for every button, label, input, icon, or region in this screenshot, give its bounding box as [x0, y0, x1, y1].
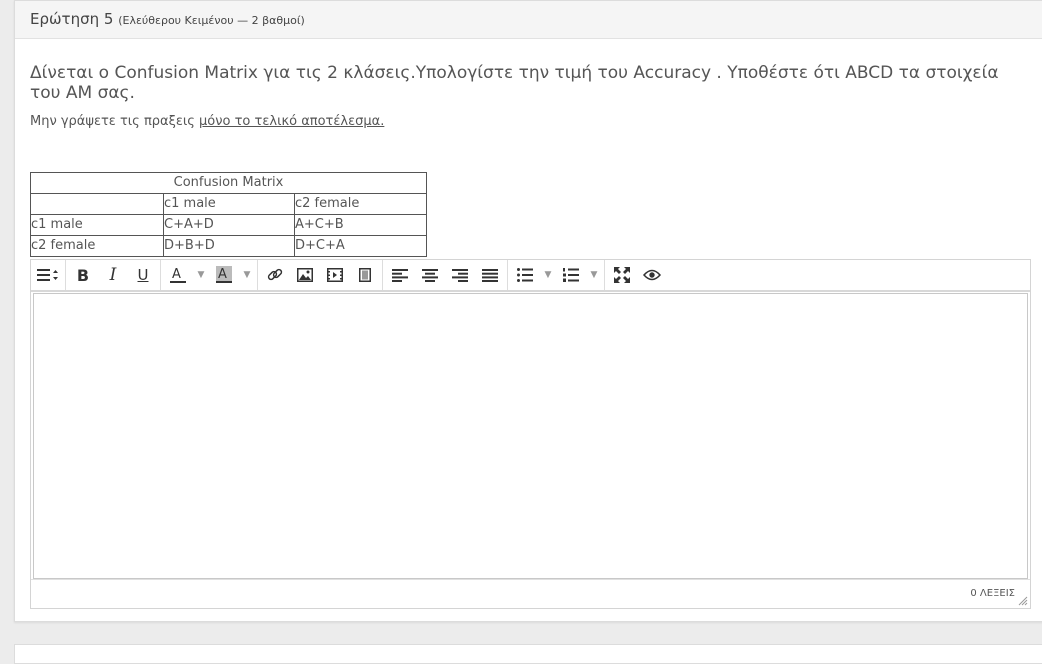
table-row: c1 male C+A+D A+C+B	[30, 214, 427, 236]
numbered-list-icon[interactable]	[556, 261, 586, 289]
question-title: Ερώτηση 5 (Ελεύθερου Κειμένου — 2 βαθμοί…	[30, 10, 305, 28]
align-right-icon[interactable]	[445, 261, 475, 289]
table-row-header: c2 female	[30, 235, 164, 257]
chevron-down-icon[interactable]: ▼	[586, 261, 602, 289]
table-cell	[30, 193, 164, 215]
chevron-down-icon[interactable]: ▼	[239, 261, 255, 289]
hint-text: Μην γράψετε τις πραξεις	[30, 114, 200, 129]
align-center-icon[interactable]	[415, 261, 445, 289]
toolbar-group-lists: ▼ ▼	[508, 260, 605, 290]
table-cell: C+A+D	[163, 214, 295, 236]
toolbar-group-colors: A ▼ A ▼	[161, 260, 258, 290]
video-icon[interactable]	[320, 261, 350, 289]
table-cell: D+B+D	[163, 235, 295, 257]
align-justify-icon[interactable]	[475, 261, 505, 289]
rich-text-editor: B I U A ▼ A ▼ ▼ ▼ 0 ΛΕΞΕΙΣ	[30, 259, 1031, 609]
question-hint: Μην γράψετε τις πραξεις μόνο το τελικό α…	[30, 114, 384, 129]
file-icon[interactable]	[350, 261, 380, 289]
chevron-down-icon[interactable]: ▼	[193, 261, 209, 289]
table-header-cell: c2 female	[294, 193, 427, 215]
question-card: Ερώτηση 5 (Ελεύθερου Κειμένου — 2 βαθμοί…	[14, 0, 1042, 622]
question-type: (Ελεύθερου Κειμένου — 2 βαθμοί)	[118, 14, 305, 27]
text-color-icon[interactable]: A	[163, 261, 193, 289]
align-left-icon[interactable]	[385, 261, 415, 289]
svg-text:A: A	[218, 267, 227, 282]
question-text: Δίνεται ο Confusion Matrix για τις 2 κλά…	[30, 63, 999, 103]
italic-icon[interactable]: I	[98, 261, 128, 289]
hint-emphasis: μόνο το τελικό αποτέλεσμα.	[199, 114, 385, 129]
chevron-down-icon[interactable]: ▼	[540, 261, 556, 289]
confusion-matrix-table: Confusion Matrix c1 male c2 female c1 ma…	[30, 172, 427, 257]
paragraph-format-icon[interactable]	[33, 261, 63, 289]
table-row: c1 male c2 female	[30, 193, 427, 215]
background-color-icon[interactable]: A	[209, 261, 239, 289]
question-header: Ερώτηση 5 (Ελεύθερου Κειμένου — 2 βαθμοί…	[15, 1, 1042, 39]
answer-text-area[interactable]	[33, 293, 1028, 579]
toolbar-group-align	[383, 260, 508, 290]
table-cell: A+C+B	[294, 214, 427, 236]
next-question-card	[14, 644, 1042, 664]
underline-icon[interactable]: U	[128, 261, 158, 289]
question-number: Ερώτηση 5	[30, 10, 114, 28]
link-icon[interactable]	[260, 261, 290, 289]
toolbar-group-insert	[258, 260, 383, 290]
table-row: Confusion Matrix	[30, 172, 427, 194]
toolbar-group-view	[605, 260, 669, 290]
image-icon[interactable]	[290, 261, 320, 289]
toolbar-group-format	[31, 260, 66, 290]
table-cell: D+C+A	[294, 235, 427, 257]
word-count: 0 ΛΕΞΕΙΣ	[970, 588, 1015, 599]
preview-icon[interactable]	[637, 261, 667, 289]
svg-text:A: A	[172, 267, 181, 282]
resize-handle-icon[interactable]	[1018, 596, 1028, 606]
table-row: c2 female D+B+D D+C+A	[30, 235, 427, 257]
table-header-cell: c1 male	[163, 193, 295, 215]
table-title: Confusion Matrix	[30, 172, 427, 194]
fullscreen-icon[interactable]	[607, 261, 637, 289]
bold-icon[interactable]: B	[68, 261, 98, 289]
bulleted-list-icon[interactable]	[510, 261, 540, 289]
editor-toolbar: B I U A ▼ A ▼ ▼ ▼	[31, 260, 1030, 292]
toolbar-group-text-style: B I U	[66, 260, 161, 290]
editor-statusbar: 0 ΛΕΞΕΙΣ	[31, 579, 1030, 608]
table-row-header: c1 male	[30, 214, 164, 236]
